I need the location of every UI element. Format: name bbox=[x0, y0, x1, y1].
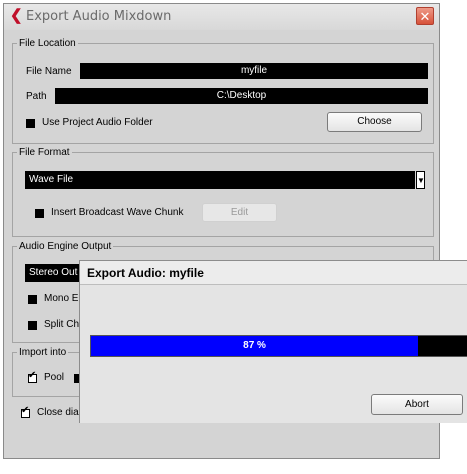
export-progress-bar: 87 % bbox=[90, 335, 467, 357]
close-button[interactable]: ✕ bbox=[416, 7, 434, 25]
window-title: Export Audio Mixdown bbox=[26, 9, 172, 24]
mono-export-label: Mono E bbox=[44, 293, 79, 304]
file-format-select[interactable]: Wave File bbox=[25, 171, 415, 189]
use-project-audio-folder-label: Use Project Audio Folder bbox=[42, 117, 153, 128]
insert-broadcast-wave-chunk-label: Insert Broadcast Wave Chunk bbox=[51, 207, 184, 218]
close-icon: ✕ bbox=[419, 9, 431, 24]
import-into-legend: Import into bbox=[19, 347, 67, 358]
export-progress-dialog: Export Audio: myfile 87 % Abort bbox=[79, 260, 467, 423]
progress-dialog-title: Export Audio: myfile bbox=[87, 266, 204, 280]
choose-button-label: Choose bbox=[357, 116, 392, 127]
choose-button[interactable]: Choose bbox=[327, 112, 422, 132]
path-label: Path bbox=[26, 91, 47, 102]
path-input[interactable]: C:\Desktop bbox=[55, 88, 428, 104]
file-location-legend: File Location bbox=[19, 38, 76, 49]
insert-broadcast-wave-chunk-checkbox[interactable] bbox=[35, 209, 44, 218]
abort-button[interactable]: Abort bbox=[371, 394, 463, 415]
cubase-logo-icon: ❮ bbox=[10, 7, 23, 24]
file-format-dropdown-button[interactable]: ▼ bbox=[416, 171, 425, 189]
pool-checkbox[interactable] bbox=[28, 370, 37, 383]
progress-dialog-title-bar: Export Audio: myfile bbox=[80, 261, 467, 285]
edit-button[interactable]: Edit bbox=[202, 203, 277, 222]
title-bar: ❮ Export Audio Mixdown ✕ bbox=[4, 4, 439, 30]
file-format-legend: File Format bbox=[19, 147, 70, 158]
progress-percent-text: 87 % bbox=[243, 340, 266, 351]
split-channels-label: Split Ch bbox=[44, 319, 80, 330]
chevron-down-icon: ▼ bbox=[417, 176, 425, 185]
close-dialog-label: Close dia bbox=[37, 407, 79, 418]
audio-engine-output-legend: Audio Engine Output bbox=[19, 241, 112, 252]
file-name-input[interactable]: myfile bbox=[80, 63, 428, 79]
edit-button-label: Edit bbox=[230, 207, 249, 218]
use-project-audio-folder-checkbox[interactable] bbox=[26, 119, 35, 128]
split-channels-checkbox[interactable] bbox=[28, 321, 37, 330]
abort-button-label: Abort bbox=[405, 399, 429, 410]
file-name-label: File Name bbox=[26, 66, 72, 77]
mono-export-checkbox[interactable] bbox=[28, 295, 37, 304]
close-dialog-checkbox[interactable] bbox=[21, 405, 30, 418]
pool-label: Pool bbox=[44, 372, 65, 383]
file-format-group: File Format bbox=[12, 147, 434, 237]
